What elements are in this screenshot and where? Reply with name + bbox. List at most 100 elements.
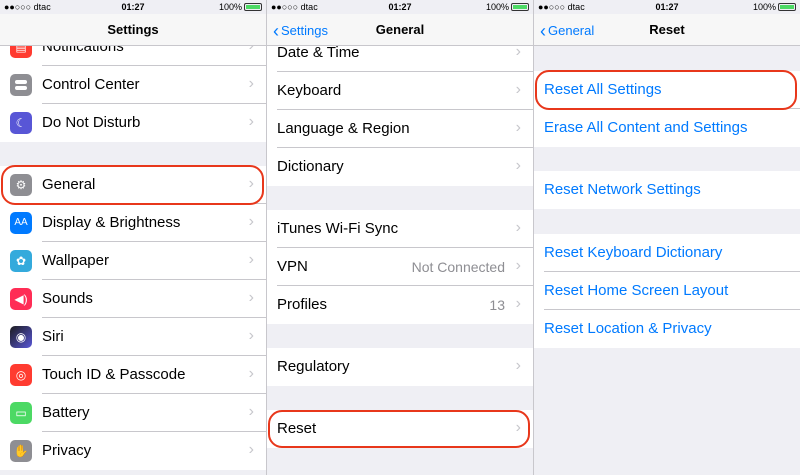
- hand-icon: ✋: [10, 440, 32, 462]
- reset-item-label: Reset Network Settings: [544, 181, 701, 198]
- chevron-right-icon: ›: [248, 403, 254, 420]
- page-title: General: [375, 22, 425, 37]
- battery-percent: 100%: [218, 2, 242, 12]
- general-item-itunes-wifi-sync[interactable]: iTunes Wi-Fi Sync ›: [267, 210, 533, 248]
- page-title: Settings: [107, 22, 159, 37]
- vpn-status-value: Not Connected: [411, 259, 505, 275]
- battery-status: 100%: [219, 2, 262, 12]
- settings-item-display-brightness[interactable]: AA Display & Brightness ›: [0, 204, 266, 242]
- settings-item-general[interactable]: ⚙ General ›: [0, 166, 266, 204]
- status-bar: ●●○○○ dtac 01:27 100%: [267, 0, 533, 14]
- general-item-label: Regulatory: [277, 358, 350, 375]
- reset-location-privacy-button[interactable]: Reset Location & Privacy: [534, 310, 800, 348]
- chevron-right-icon: ›: [515, 357, 521, 374]
- erase-all-content-button[interactable]: Erase All Content and Settings: [534, 109, 800, 147]
- chevron-right-icon: ›: [515, 295, 521, 312]
- reset-item-label: Reset All Settings: [544, 81, 662, 98]
- general-item-label: Date & Time: [277, 44, 360, 61]
- settings-item-label: Battery: [42, 404, 90, 421]
- control-center-icon: [10, 74, 32, 96]
- reset-home-screen-layout-button[interactable]: Reset Home Screen Layout: [534, 272, 800, 310]
- page-title: Reset: [649, 22, 685, 37]
- chevron-right-icon: ›: [248, 75, 254, 92]
- general-item-keyboard[interactable]: Keyboard ›: [267, 72, 533, 110]
- general-item-label: Dictionary: [277, 158, 344, 175]
- reset-item-label: Reset Keyboard Dictionary: [544, 244, 723, 261]
- chevron-right-icon: ›: [515, 419, 521, 436]
- reset-all-settings-button[interactable]: Reset All Settings: [534, 71, 800, 109]
- battery-status: 100%: [486, 2, 529, 12]
- chevron-right-icon: ›: [248, 441, 254, 458]
- settings-item-label: Control Center: [42, 76, 140, 93]
- settings-item-label: Privacy: [42, 442, 92, 459]
- chevron-right-icon: ›: [248, 251, 254, 268]
- general-item-reset[interactable]: Reset ›: [267, 410, 533, 448]
- general-item-regulatory[interactable]: Regulatory ›: [267, 348, 533, 386]
- settings-item-do-not-disturb[interactable]: ☾ Do Not Disturb ›: [0, 104, 266, 142]
- settings-item-label: Touch ID & Passcode: [42, 366, 186, 383]
- general-item-vpn[interactable]: VPN Not Connected ›: [267, 248, 533, 286]
- settings-item-label: Wallpaper: [42, 252, 109, 269]
- navigation-bar: Settings: [0, 14, 266, 46]
- chevron-right-icon: ›: [515, 81, 521, 98]
- battery-icon: ▭: [10, 402, 32, 424]
- chevron-right-icon: ›: [248, 365, 254, 382]
- profiles-count-value: 13: [489, 297, 505, 313]
- wallpaper-icon: ✿: [10, 250, 32, 272]
- general-panel: Date & Time › Keyboard › Language & Regi…: [267, 0, 533, 475]
- chevron-right-icon: ›: [248, 175, 254, 192]
- status-bar: ●●○○○ dtac 01:27 100%: [0, 0, 266, 14]
- settings-item-battery[interactable]: ▭ Battery ›: [0, 394, 266, 432]
- moon-icon: ☾: [10, 112, 32, 134]
- status-bar: ●●○○○ dtac 01:27 100%: [534, 0, 800, 14]
- settings-item-siri[interactable]: ◉ Siri ›: [0, 318, 266, 356]
- battery-status-icon: [244, 3, 262, 11]
- settings-item-label: Siri: [42, 328, 64, 345]
- settings-item-privacy[interactable]: ✋ Privacy ›: [0, 432, 266, 470]
- general-item-profiles[interactable]: Profiles 13 ›: [267, 286, 533, 324]
- navigation-bar: ‹ Settings General: [267, 14, 533, 46]
- battery-status-icon: [778, 3, 796, 11]
- general-item-language-region[interactable]: Language & Region ›: [267, 110, 533, 148]
- chevron-right-icon: ›: [515, 257, 521, 274]
- general-item-label: VPN: [277, 258, 308, 275]
- chevron-right-icon: ›: [248, 289, 254, 306]
- general-item-label: Language & Region: [277, 120, 410, 137]
- settings-item-sounds[interactable]: ◀) Sounds ›: [0, 280, 266, 318]
- general-item-label: Keyboard: [277, 82, 342, 99]
- general-item-dictionary[interactable]: Dictionary ›: [267, 148, 533, 186]
- chevron-right-icon: ›: [515, 219, 521, 236]
- reset-panel: Reset All Settings Erase All Content and…: [534, 0, 800, 475]
- settings-item-label: Sounds: [42, 290, 93, 307]
- chevron-right-icon: ›: [248, 113, 254, 130]
- chevron-right-icon: ›: [515, 157, 521, 174]
- settings-item-label: General: [42, 176, 96, 193]
- battery-percent: 100%: [485, 2, 509, 12]
- general-item-label: Profiles: [277, 296, 328, 313]
- reset-item-label: Erase All Content and Settings: [544, 119, 748, 136]
- battery-percent: 100%: [752, 2, 776, 12]
- battery-status-icon: [511, 3, 529, 11]
- settings-item-wallpaper[interactable]: ✿ Wallpaper ›: [0, 242, 266, 280]
- reset-network-settings-button[interactable]: Reset Network Settings: [534, 171, 800, 209]
- settings-panel: ▤ Notifications › Control Center › ☾ Do …: [0, 0, 266, 475]
- reset-item-label: Reset Location & Privacy: [544, 320, 712, 337]
- settings-item-label: Do Not Disturb: [42, 114, 141, 131]
- settings-item-label: Display & Brightness: [42, 214, 181, 231]
- settings-item-control-center[interactable]: Control Center ›: [0, 66, 266, 104]
- fingerprint-icon: ◎: [10, 364, 32, 386]
- sounds-icon: ◀): [10, 288, 32, 310]
- chevron-right-icon: ›: [515, 119, 521, 136]
- general-item-label: Reset: [277, 420, 317, 437]
- siri-icon: ◉: [10, 326, 32, 348]
- battery-status: 100%: [753, 2, 796, 12]
- chevron-right-icon: ›: [248, 327, 254, 344]
- settings-item-touch-id[interactable]: ◎ Touch ID & Passcode ›: [0, 356, 266, 394]
- chevron-right-icon: ›: [248, 213, 254, 230]
- display-icon: AA: [10, 212, 32, 234]
- general-item-label: iTunes Wi-Fi Sync: [277, 220, 399, 237]
- reset-item-label: Reset Home Screen Layout: [544, 282, 729, 299]
- gear-icon: ⚙: [10, 174, 32, 196]
- navigation-bar: ‹ General Reset: [534, 14, 800, 46]
- reset-keyboard-dictionary-button[interactable]: Reset Keyboard Dictionary: [534, 234, 800, 272]
